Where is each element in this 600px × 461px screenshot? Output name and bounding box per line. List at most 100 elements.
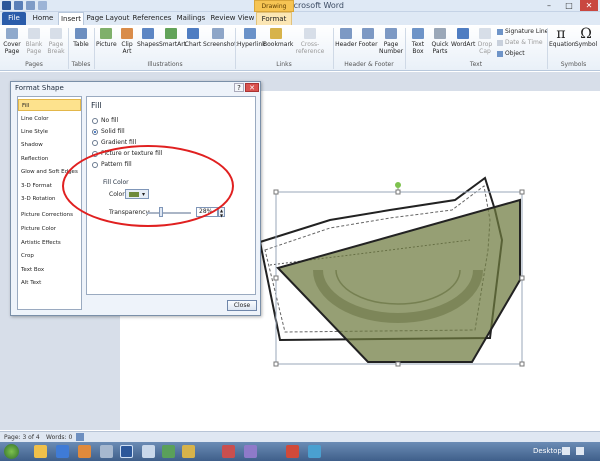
app-icon[interactable] [286, 445, 299, 458]
radio-icon [92, 117, 98, 124]
tray-icon[interactable] [562, 447, 570, 455]
highlight-ellipse [62, 145, 234, 227]
radio-icon [92, 139, 98, 146]
browser-icon[interactable] [56, 445, 69, 458]
category-text-box[interactable]: Text Box [18, 264, 81, 276]
bookmark-button[interactable]: Bookmark [263, 28, 293, 48]
tab-references[interactable]: References [132, 12, 172, 25]
shapes-button[interactable]: Shapes [137, 28, 159, 48]
tab-file[interactable]: File [2, 12, 26, 25]
header-button[interactable]: Header [335, 28, 357, 48]
category-picture-corrections[interactable]: Picture Corrections [18, 209, 81, 221]
drop-cap-button[interactable]: Drop Cap [475, 28, 495, 55]
tab-review[interactable]: Review [210, 12, 236, 25]
smartart-button[interactable]: SmartArt [159, 28, 186, 48]
app-icon[interactable] [222, 445, 235, 458]
word-count[interactable]: Words: 0 [46, 434, 72, 441]
tab-home[interactable]: Home [30, 12, 56, 25]
date-time-icon [497, 39, 503, 46]
cover-page-icon [6, 28, 18, 39]
wordart-button[interactable]: WordArt [451, 28, 475, 48]
text-box-button[interactable]: Text Box [407, 28, 429, 55]
pi-icon: π [556, 26, 566, 42]
header-icon [340, 28, 352, 39]
quick-parts-button[interactable]: Quick Parts [429, 28, 451, 55]
minimize-button[interactable]: – [540, 0, 558, 11]
group-label-text: Text [469, 61, 483, 68]
page-break-button[interactable]: Page Break [46, 28, 66, 55]
proofing-icon[interactable] [76, 433, 84, 441]
close-button[interactable]: Close [227, 300, 257, 311]
page-number-icon [385, 28, 397, 39]
category-picture-color[interactable]: Picture Color [18, 223, 81, 235]
page-number-button[interactable]: Page Number [379, 28, 403, 55]
maximize-button[interactable]: □ [560, 0, 578, 11]
no-fill-radio[interactable]: No fill [92, 117, 118, 124]
explorer-icon[interactable] [34, 445, 47, 458]
shapes-icon [142, 28, 154, 39]
window-title: Doc2 - Microsoft Word [255, 1, 345, 10]
omega-icon: Ω [580, 26, 592, 42]
page-break-icon [50, 28, 62, 39]
picture-icon [100, 28, 112, 39]
symbol-button[interactable]: Ω Symbol [574, 26, 598, 48]
picture-button[interactable]: Picture [96, 28, 117, 48]
page-count[interactable]: Page: 3 of 4 [4, 434, 40, 441]
chart-icon [187, 28, 199, 39]
hyperlink-icon [244, 28, 256, 39]
app-icon[interactable] [78, 445, 91, 458]
blank-page-button[interactable]: Blank Page [24, 28, 44, 55]
group-label-header-footer: Header & Footer [344, 61, 394, 68]
screenshot-button[interactable]: Screenshot [203, 28, 237, 48]
category-alt-text[interactable]: Alt Text [18, 277, 81, 289]
category-reflection[interactable]: Reflection [18, 153, 81, 165]
desktop-label[interactable]: Desktop [533, 447, 562, 455]
app-icon[interactable] [162, 445, 175, 458]
hyperlink-button[interactable]: Hyperlink [237, 28, 266, 48]
app-icon[interactable] [244, 445, 257, 458]
radio-selected-icon [92, 128, 98, 135]
tab-view[interactable]: View [236, 12, 256, 25]
equation-button[interactable]: π Equation [549, 26, 576, 48]
tab-mailings[interactable]: Mailings [174, 12, 208, 25]
tab-format[interactable]: Format [256, 12, 292, 25]
category-artistic-effects[interactable]: Artistic Effects [18, 237, 81, 249]
app-icon[interactable] [100, 445, 113, 458]
app-icon[interactable] [182, 445, 195, 458]
start-button-icon[interactable] [4, 444, 19, 459]
footer-button[interactable]: Footer [357, 28, 379, 48]
chart-button[interactable]: Chart [184, 28, 202, 48]
category-fill[interactable]: Fill [18, 99, 81, 111]
group-label-illustrations: Illustrations [147, 61, 183, 68]
tab-insert[interactable]: Insert [58, 12, 84, 25]
document-shapes [258, 176, 525, 367]
category-line-style[interactable]: Line Style [18, 126, 81, 138]
cover-page-button[interactable]: Cover Page [2, 28, 22, 55]
volume-icon[interactable] [576, 447, 584, 455]
dialog-close-button[interactable]: ✕ [245, 83, 259, 92]
table-button[interactable]: Table [70, 28, 92, 48]
tab-page-layout[interactable]: Page Layout [86, 12, 130, 25]
category-crop[interactable]: Crop [18, 250, 81, 262]
category-shadow[interactable]: Shadow [18, 139, 81, 151]
taskbar: Desktop [0, 442, 600, 461]
quick-parts-icon [434, 28, 446, 39]
title-bar: Doc2 - Microsoft Word Drawing Tools – □ … [0, 0, 600, 21]
object-button[interactable]: Object [497, 50, 525, 57]
drawing-tools-context-label: Drawing Tools [254, 0, 294, 21]
bookmark-icon [270, 28, 282, 39]
solid-fill-radio[interactable]: Solid fill [92, 128, 125, 135]
app-icon[interactable] [308, 445, 321, 458]
group-label-symbols: Symbols [560, 61, 587, 68]
rotation-handle[interactable] [395, 182, 401, 188]
cross-reference-button[interactable]: Cross-reference [289, 28, 331, 55]
date-time-button[interactable]: Date & Time [497, 39, 543, 46]
signature-line-button[interactable]: Signature Line [497, 28, 548, 35]
clip-art-button[interactable]: Clip Art [118, 28, 136, 55]
word-taskbar-icon[interactable] [120, 445, 133, 458]
app-icon[interactable] [142, 445, 155, 458]
category-line-color[interactable]: Line Color [18, 113, 81, 125]
close-window-button[interactable]: ✕ [580, 0, 598, 11]
ribbon: Cover Page Blank Page Page Break Pages T… [0, 25, 600, 71]
help-button[interactable]: ? [234, 83, 244, 92]
